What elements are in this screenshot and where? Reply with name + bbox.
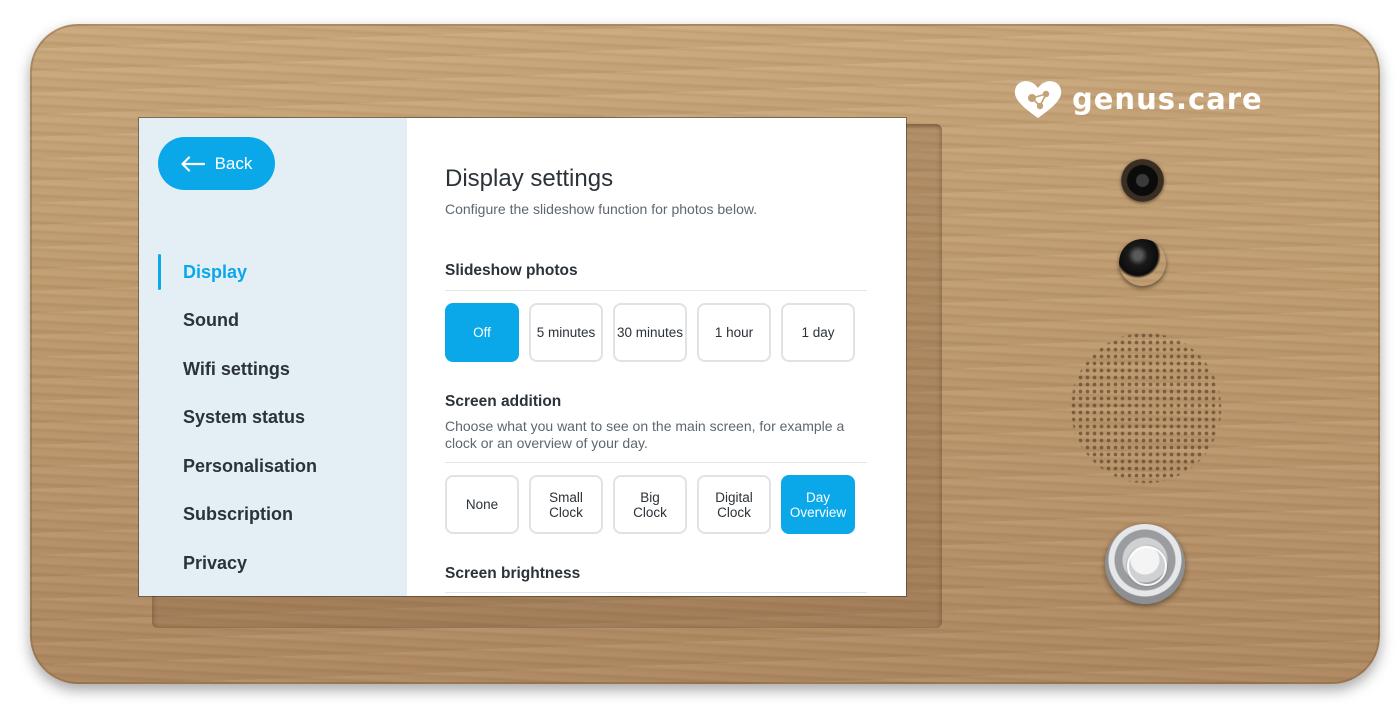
screen-addition-options: None Small Clock Big Clock Digital Clock… — [445, 475, 855, 534]
screen-addition-section-title: Screen addition — [445, 393, 562, 410]
screen-addition-option-digital-clock[interactable]: Digital Clock — [697, 475, 771, 534]
back-button-label: Back — [214, 153, 253, 173]
settings-content: Display settings Configure the slideshow… — [407, 118, 906, 596]
brand-logo: genus.care — [1012, 78, 1272, 120]
sidebar-item-wifi-settings[interactable]: Wifi settings — [139, 345, 407, 394]
slideshow-option-30-minutes[interactable]: 30 minutes — [613, 303, 687, 362]
divider — [445, 290, 867, 291]
speaker-grille — [1070, 332, 1222, 484]
sidebar-item-sound[interactable]: Sound — [139, 297, 407, 346]
hardware-push-button[interactable] — [1105, 524, 1185, 604]
settings-nav: Display Sound Wifi settings System statu… — [139, 248, 407, 588]
slideshow-section-title: Slideshow photos — [445, 262, 578, 279]
slideshow-option-off[interactable]: Off — [445, 303, 519, 362]
slideshow-option-5-minutes[interactable]: 5 minutes — [529, 303, 603, 362]
arrow-left-icon — [180, 155, 205, 172]
brand-logo-text: genus.care — [1072, 82, 1263, 116]
page-title: Display settings — [445, 165, 614, 192]
sidebar-item-personalisation[interactable]: Personalisation — [139, 442, 407, 491]
slideshow-option-1-day[interactable]: 1 day — [781, 303, 855, 362]
slideshow-option-1-hour[interactable]: 1 hour — [697, 303, 771, 362]
screen-addition-description: Choose what you want to see on the main … — [445, 418, 845, 451]
settings-sidebar: Back Display Sound Wifi settings System … — [139, 118, 407, 596]
sidebar-item-subscription[interactable]: Subscription — [139, 491, 407, 540]
screen-addition-option-day-overview[interactable]: Day Overview — [781, 475, 855, 534]
touch-screen: Back Display Sound Wifi settings System … — [139, 118, 906, 596]
screen-addition-option-small-clock[interactable]: Small Clock — [529, 475, 603, 534]
slideshow-options: Off 5 minutes 30 minutes 1 hour 1 day — [445, 303, 855, 362]
divider — [445, 592, 867, 593]
camera-lens-icon — [1121, 159, 1164, 202]
brightness-section-title: Screen brightness — [445, 565, 581, 582]
heart-logo-icon — [1014, 81, 1062, 118]
page-subtitle: Configure the slideshow function for pho… — [445, 201, 758, 217]
back-button[interactable]: Back — [158, 137, 275, 190]
divider — [445, 462, 867, 463]
sidebar-item-system-status[interactable]: System status — [139, 394, 407, 443]
sidebar-item-privacy[interactable]: Privacy — [139, 539, 407, 588]
sidebar-item-display[interactable]: Display — [139, 248, 407, 297]
sensor-icon — [1119, 239, 1166, 286]
screen-addition-option-none[interactable]: None — [445, 475, 519, 534]
screen-addition-option-big-clock[interactable]: Big Clock — [613, 475, 687, 534]
